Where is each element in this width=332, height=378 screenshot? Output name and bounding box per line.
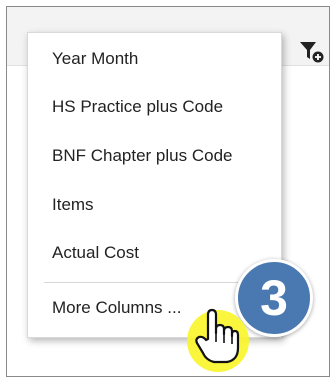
- step-number-badge: 3: [235, 259, 313, 337]
- menu-item-hs-practice[interactable]: HS Practice plus Code: [52, 89, 223, 125]
- menu-divider: [44, 282, 265, 283]
- menu-item-more-columns[interactable]: More Columns ...: [52, 290, 181, 326]
- menu-item-items[interactable]: Items: [52, 187, 94, 223]
- menu-item-bnf-chapter[interactable]: BNF Chapter plus Code: [52, 138, 232, 174]
- menu-item-actual-cost[interactable]: Actual Cost: [52, 235, 139, 271]
- hand-pointer-icon: [194, 306, 240, 366]
- menu-item-year-month[interactable]: Year Month: [52, 41, 138, 77]
- filter-add-icon[interactable]: [299, 40, 325, 64]
